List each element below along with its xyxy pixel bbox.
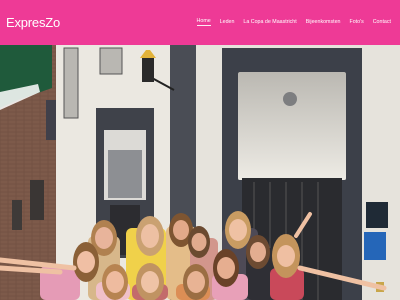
nav-item-fotos[interactable]: Foto's (349, 19, 363, 25)
main-nav: Home Leden La Copa de Maastricht Bijeenk… (196, 18, 391, 27)
nav-item-contact[interactable]: Contact (373, 19, 391, 25)
nav-item-leden[interactable]: Leden (220, 19, 235, 25)
hero-photo (0, 45, 400, 300)
site-logo[interactable]: ExpresZo (6, 16, 60, 29)
nav-item-bijeenkomsten[interactable]: Bijeenkomsten (306, 19, 341, 25)
nav-item-la-copa[interactable]: La Copa de Maastricht (243, 19, 296, 25)
nav-item-home[interactable]: Home (196, 18, 211, 27)
site-header: ExpresZo Home Leden La Copa de Maastrich… (0, 0, 400, 45)
